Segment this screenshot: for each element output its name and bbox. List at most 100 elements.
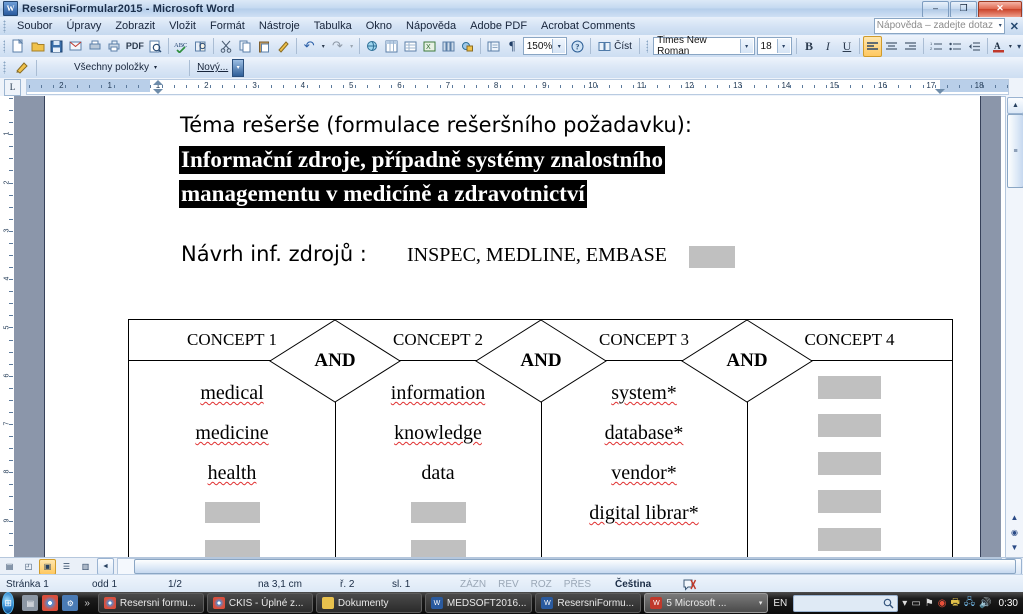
print-preview-pdf-icon[interactable]: [85, 36, 104, 57]
redo-icon[interactable]: ↷: [328, 36, 347, 57]
close-icon[interactable]: ✕: [1010, 20, 1019, 33]
task-resersni-formular-word[interactable]: W ResersniFormu...: [535, 593, 642, 613]
tray-search-box[interactable]: [793, 594, 899, 612]
select-browse-object-button[interactable]: ◉: [1007, 525, 1022, 539]
chevron-down-icon[interactable]: ▾: [776, 39, 790, 53]
term-data[interactable]: data: [421, 462, 454, 485]
underline-button[interactable]: U: [837, 36, 856, 57]
acrobat-toolbar-handle[interactable]: [3, 61, 6, 74]
vertical-ruler[interactable]: 1 2 3 4 5 6 7 8 9: [0, 96, 23, 557]
task-dokumenty[interactable]: Dokumenty: [315, 593, 422, 613]
previous-page-button[interactable]: ▲: [1007, 510, 1022, 524]
term-vendor[interactable]: vendor*: [611, 462, 677, 485]
font-size-combo[interactable]: 18 ▾: [756, 37, 792, 55]
copy-icon[interactable]: [236, 36, 255, 57]
spelling-check-icon[interactable]: ABC: [172, 36, 191, 57]
undo-dropdown-icon[interactable]: ▾: [319, 36, 328, 57]
format-painter-icon[interactable]: [274, 36, 293, 57]
chrome-icon[interactable]: [42, 595, 59, 611]
insert-hyperlink-icon[interactable]: [363, 36, 382, 57]
font-color-dropdown-icon[interactable]: ▾: [1006, 36, 1015, 57]
menu-item-acrobat-comments[interactable]: Acrobat Comments: [534, 18, 642, 34]
ruler-strip[interactable]: 2 1 1 2 3 4 5 6 7 8 9 10 11 12 13 14 15 16 17 18: [26, 79, 1009, 95]
reading-layout-view-icon[interactable]: ▥: [77, 559, 94, 575]
restore-button[interactable]: ❐: [950, 1, 977, 18]
empty-form-field[interactable]: [818, 528, 881, 551]
read-button[interactable]: Číst: [594, 39, 636, 54]
empty-form-field[interactable]: [818, 376, 881, 399]
print-icon[interactable]: [104, 36, 123, 57]
vertical-scrollbar[interactable]: ▲ ≡ ▲ ◉ ▼: [1005, 96, 1023, 557]
new-button[interactable]: Nový...: [193, 60, 232, 75]
term-system[interactable]: system*: [611, 382, 677, 405]
bold-button[interactable]: B: [799, 36, 818, 57]
close-button[interactable]: ✕: [978, 1, 1022, 18]
adobe-acrobat-icon[interactable]: [10, 57, 33, 78]
print-layout-view-icon[interactable]: ▣: [39, 558, 56, 575]
email-icon[interactable]: [66, 36, 85, 57]
menu-item-tabulka[interactable]: Tabulka: [307, 18, 359, 34]
insert-excel-sheet-icon[interactable]: X: [420, 36, 439, 57]
network-app-icon[interactable]: ⚙: [62, 595, 79, 611]
status-record-mode[interactable]: ZÁZN: [454, 579, 492, 590]
term-database[interactable]: database*: [605, 422, 684, 445]
drawing-icon[interactable]: [458, 36, 477, 57]
menu-item-zobrazit[interactable]: Zobrazit: [108, 18, 162, 34]
align-right-icon[interactable]: [901, 36, 920, 57]
menu-drag-handle[interactable]: [3, 19, 6, 33]
empty-form-field[interactable]: [818, 452, 881, 475]
outline-view-icon[interactable]: ☰: [58, 559, 75, 575]
spell-check-status-icon[interactable]: [679, 578, 699, 591]
term-information[interactable]: information: [391, 382, 485, 405]
document-map-icon[interactable]: [484, 36, 503, 57]
empty-form-field[interactable]: [818, 490, 881, 513]
font-color-button[interactable]: A: [991, 36, 1006, 57]
tray-action-center-icon[interactable]: ⚑: [925, 598, 934, 609]
status-language[interactable]: Čeština: [597, 579, 657, 590]
menu-item-format[interactable]: Formát: [203, 18, 252, 34]
print-preview-icon[interactable]: [146, 36, 165, 57]
font-name-combo[interactable]: Times New Roman ▾: [653, 35, 755, 57]
chevron-down-icon[interactable]: ▾: [999, 19, 1002, 33]
chevron-down-icon[interactable]: ▾: [739, 39, 753, 53]
align-center-icon[interactable]: [882, 36, 901, 57]
task-ckis[interactable]: CKIS - Úplné z...: [206, 593, 313, 613]
save-icon[interactable]: [47, 36, 66, 57]
normal-view-icon[interactable]: ▤: [1, 559, 18, 575]
right-indent-marker[interactable]: [935, 89, 946, 94]
numbered-list-icon[interactable]: 12: [927, 36, 946, 57]
language-indicator[interactable]: EN: [771, 598, 789, 609]
scroll-left-button[interactable]: ◄: [97, 558, 114, 575]
vertical-scroll-thumb[interactable]: ≡: [1007, 114, 1023, 188]
empty-form-field[interactable]: [818, 414, 881, 437]
insert-table-excel-icon[interactable]: [382, 36, 401, 57]
menu-item-soubor[interactable]: Soubor: [10, 18, 59, 34]
insert-table-icon[interactable]: [401, 36, 420, 57]
all-items-button[interactable]: Všechny položky ▾: [70, 60, 161, 75]
new-document-icon[interactable]: [9, 36, 28, 57]
term-medical[interactable]: medical: [200, 382, 263, 405]
chevron-down-icon[interactable]: ▾: [759, 599, 763, 607]
next-page-button[interactable]: ▼: [1007, 540, 1022, 554]
minimize-button[interactable]: –: [922, 1, 949, 18]
status-extend-selection[interactable]: ROZ: [525, 579, 558, 590]
menu-item-okno[interactable]: Okno: [359, 18, 399, 34]
term-health[interactable]: health: [208, 462, 257, 485]
document-page[interactable]: Téma rešerše (formulace rešeršního požad…: [44, 96, 981, 557]
tray-antivirus-icon[interactable]: ◉: [938, 598, 947, 609]
status-overtype[interactable]: PŘES: [558, 579, 597, 590]
task-resersni-formular-browser[interactable]: Resersni formu...: [97, 593, 204, 613]
decrease-indent-icon[interactable]: [965, 36, 984, 57]
first-line-indent-marker[interactable]: [153, 80, 163, 85]
task-medsoft2016[interactable]: W MEDSOFT2016...: [424, 593, 533, 613]
tray-monitor-icon[interactable]: ▭: [911, 598, 920, 609]
italic-button[interactable]: I: [818, 36, 837, 57]
empty-form-field[interactable]: [410, 502, 466, 523]
help-icon[interactable]: ?: [568, 36, 587, 57]
horizontal-scroll-track[interactable]: [117, 558, 1016, 575]
columns-icon[interactable]: [439, 36, 458, 57]
convert-to-pdf-button[interactable]: PDF: [123, 36, 146, 57]
bulleted-list-icon[interactable]: [946, 36, 965, 57]
redo-dropdown-icon[interactable]: ▾: [347, 36, 356, 57]
web-layout-view-icon[interactable]: ◰: [20, 559, 37, 575]
